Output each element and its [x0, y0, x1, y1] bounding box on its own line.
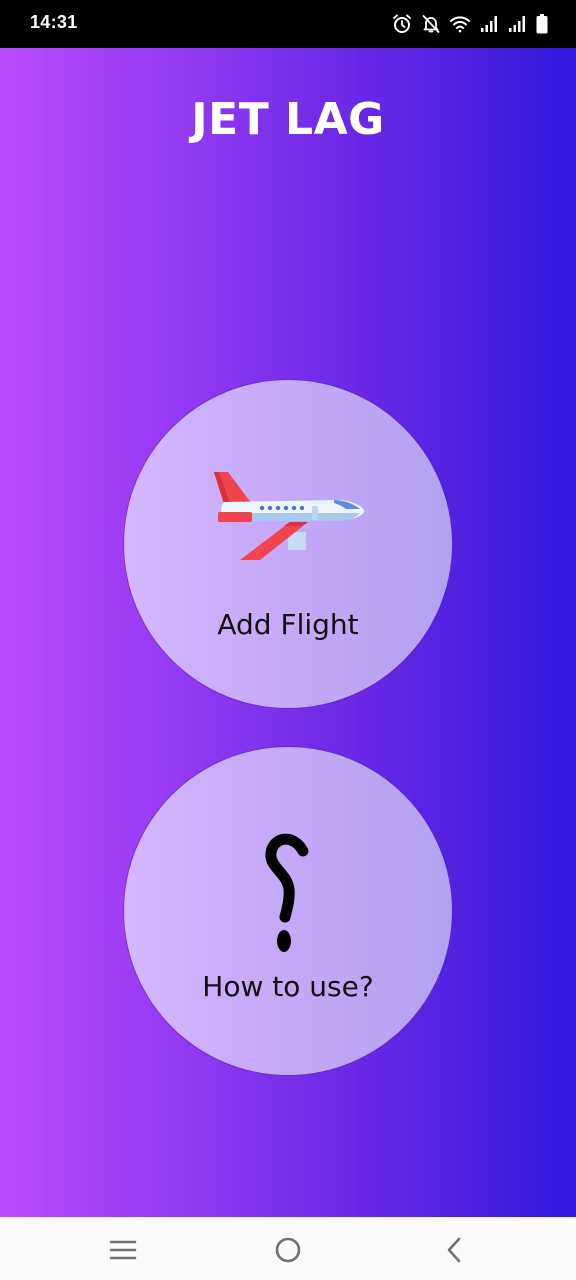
question-mark-icon [124, 829, 452, 955]
alarm-icon [393, 14, 411, 33]
status-icons [392, 13, 548, 35]
notifications-off-icon [422, 15, 440, 33]
wifi-icon [450, 16, 470, 33]
airplane-icon [124, 470, 452, 566]
home-icon [275, 1237, 301, 1263]
back-button[interactable] [436, 1234, 472, 1266]
app-title: JET LAG [191, 94, 385, 145]
app-screen: JET LAG Add Flight How to use? [0, 48, 576, 1217]
signal-icon [509, 16, 525, 32]
status-time: 14:31 [30, 12, 78, 32]
add-flight-button[interactable]: Add Flight [124, 380, 452, 708]
home-button[interactable] [270, 1234, 306, 1266]
status-bar: 14:31 [0, 0, 576, 48]
menu-icon [109, 1240, 137, 1260]
navigation-bar [0, 1217, 576, 1280]
how-to-use-label: How to use? [202, 970, 374, 1003]
signal-icon [481, 16, 497, 32]
how-to-use-button[interactable]: How to use? [124, 747, 452, 1075]
battery-icon [536, 14, 548, 34]
recent-apps-button[interactable] [105, 1234, 141, 1266]
back-icon [447, 1237, 461, 1263]
add-flight-label: Add Flight [217, 608, 359, 641]
